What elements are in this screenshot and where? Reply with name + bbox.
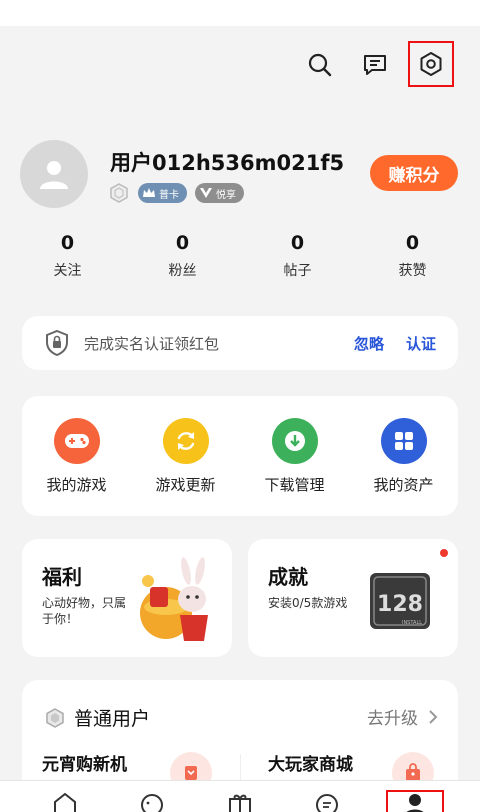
active-tab-highlight: [386, 790, 444, 812]
crown-icon: [143, 188, 155, 197]
grid-icon: [380, 418, 427, 464]
achievement-title: 成就: [268, 565, 308, 589]
tools-card: 我的游戏 游戏更新 下载管理 我的资产: [22, 396, 458, 516]
download-icon: [271, 418, 318, 464]
stats-row: 0 关注 0 粉丝 0 帖子 0 获赞: [0, 232, 480, 280]
user-silhouette-icon: [40, 161, 68, 189]
search-icon: [308, 53, 332, 77]
stat-label: 关注: [53, 263, 82, 279]
settings-button[interactable]: [408, 41, 454, 87]
username[interactable]: 用户012h536m021f5: [110, 147, 344, 177]
svg-text:128: 128: [377, 592, 423, 617]
stat-value: 0: [290, 232, 305, 254]
achievement-card[interactable]: 成就 安装0/5款游戏 128 INSTALL: [248, 539, 458, 657]
refresh-icon: [162, 418, 209, 464]
stat-following[interactable]: 0 关注: [10, 232, 125, 280]
message-button[interactable]: [352, 42, 398, 88]
welfare-card[interactable]: 福利 心动好物，只属于你！: [22, 539, 232, 657]
gear-icon: [420, 52, 442, 76]
tab-games[interactable]: [137, 791, 167, 812]
tool-label: 下载管理: [264, 476, 325, 494]
chat-bubble-icon: [316, 794, 338, 812]
tab-gifts[interactable]: [225, 791, 255, 812]
v-logo-icon: [200, 188, 212, 198]
shield-lock-icon: [46, 329, 68, 357]
member-level-icon: [46, 707, 64, 728]
achievement-subtitle: 安装0/5款游戏: [268, 596, 348, 610]
tool-my-assets[interactable]: 我的资产: [349, 396, 458, 516]
stat-label: 帖子: [283, 263, 312, 279]
shop-player-mall[interactable]: 大玩家商城: [268, 750, 353, 775]
badge-row: 普卡 悦享: [108, 182, 244, 204]
chevron-right-icon: [429, 709, 438, 724]
verify-button[interactable]: 认证: [406, 333, 436, 354]
member-title: 普通用户: [74, 708, 151, 730]
gamepad-icon: [53, 418, 100, 464]
message-icon: [364, 55, 386, 75]
tool-label: 我的资产: [373, 476, 434, 494]
stat-value: 0: [405, 232, 420, 254]
ignore-button[interactable]: 忽略: [354, 333, 384, 354]
tab-home[interactable]: [50, 791, 80, 812]
tab-community[interactable]: [312, 791, 342, 812]
member-header: 普通用户: [44, 704, 150, 731]
game-face-icon: [141, 794, 163, 812]
shop-new-phone[interactable]: 元宵购新机: [42, 750, 127, 775]
avatar[interactable]: [20, 140, 88, 208]
upgrade-button[interactable]: 去升级: [367, 704, 438, 729]
stat-value: 0: [175, 232, 190, 254]
notification-dot: [440, 549, 448, 557]
upgrade-label: 去升级: [367, 709, 418, 729]
vip-badge-label: 悦享: [216, 189, 236, 201]
card-badge-label: 普卡: [159, 189, 179, 201]
stat-posts[interactable]: 0 帖子: [240, 232, 355, 280]
stat-value: 0: [60, 232, 75, 254]
vip-badge[interactable]: 悦享: [195, 183, 244, 203]
home-icon: [54, 792, 76, 812]
card-badge[interactable]: 普卡: [138, 183, 187, 203]
status-bar: [0, 0, 480, 26]
gift-icon: [229, 794, 251, 812]
install-badge-icon: 128 INSTALL: [370, 573, 430, 629]
tool-label: 我的游戏: [46, 476, 107, 494]
stat-label: 获赞: [398, 263, 427, 279]
level-hex-icon[interactable]: [108, 182, 130, 204]
welfare-title: 福利: [42, 565, 82, 589]
earn-points-button[interactable]: 赚积分: [370, 155, 458, 191]
verify-banner: 完成实名认证领红包 忽略 认证: [22, 316, 458, 370]
install-art-label: INSTALL: [402, 620, 422, 626]
stat-label: 粉丝: [168, 263, 197, 279]
tool-game-updates[interactable]: 游戏更新: [131, 396, 240, 516]
rabbit-illustration-icon: [140, 557, 208, 641]
tool-download-manager[interactable]: 下载管理: [240, 396, 349, 516]
verify-text: 完成实名认证领红包: [84, 334, 220, 353]
tool-label: 游戏更新: [155, 476, 216, 494]
stat-likes[interactable]: 0 获赞: [355, 232, 470, 280]
tool-my-games[interactable]: 我的游戏: [22, 396, 131, 516]
stat-fans[interactable]: 0 粉丝: [125, 232, 240, 280]
search-button[interactable]: [297, 42, 343, 88]
welfare-subtitle: 心动好物，只属于你！: [42, 596, 127, 626]
